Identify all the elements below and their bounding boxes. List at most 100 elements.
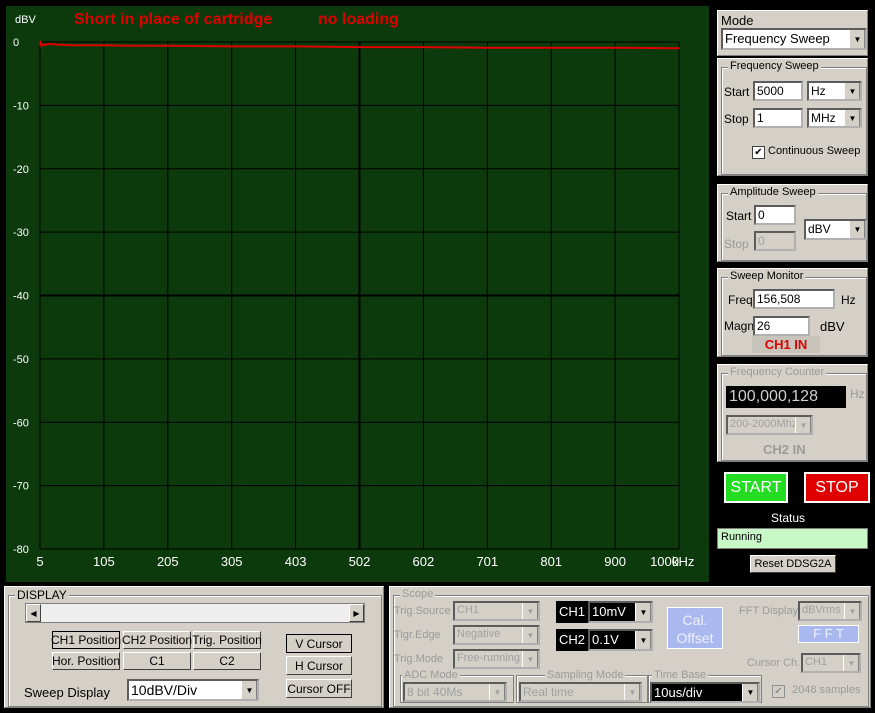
y-tick-label: -80 (13, 544, 29, 556)
y-tick-label: -40 (13, 291, 29, 303)
freq-start-input[interactable]: 5000 (753, 81, 803, 101)
start-button[interactable]: START (724, 472, 788, 503)
chevron-down-icon[interactable]: ▼ (522, 603, 538, 619)
samples-checkbox[interactable]: ✔ (772, 685, 785, 698)
x-tick-label: 900 (604, 554, 626, 569)
y-tick-label: -50 (13, 354, 29, 366)
trig-edge-label: Tigr.Edge (394, 629, 441, 641)
position-scrollbar[interactable]: ◀ ▶ (25, 603, 365, 623)
freq-stop-input[interactable]: 1 (753, 108, 803, 128)
time-base-value: 10us/div (654, 685, 703, 700)
y-tick-label: 0 (13, 37, 19, 49)
freq-start-label: Start (724, 85, 750, 99)
ch1-tag: CH1 (556, 601, 588, 623)
v-cursor-button[interactable]: V Cursor (286, 634, 352, 653)
x-tick-label: 305 (221, 554, 243, 569)
trig-edge-select[interactable]: Negative ▼ (453, 625, 540, 645)
cursor-ch-select[interactable]: CH1 ▼ (801, 653, 861, 673)
mode-label: Mode (721, 13, 754, 28)
cal-offset-line2: Offset (676, 630, 714, 646)
fft-display-value: dBVrms (802, 604, 841, 616)
y-tick-label: -30 (13, 227, 29, 239)
chevron-down-icon[interactable]: ▼ (241, 681, 257, 699)
trig-mode-select[interactable]: Free-running ▼ (453, 649, 540, 669)
fft-display-select[interactable]: dBVrms ▼ (798, 601, 862, 621)
chevron-down-icon[interactable]: ▼ (522, 651, 538, 667)
y-unit-label: dBV (15, 14, 36, 26)
trig-source-label: Trig.Source (394, 605, 451, 617)
trig-source-select[interactable]: CH1 ▼ (453, 601, 540, 621)
chevron-down-icon[interactable]: ▼ (849, 221, 865, 238)
chevron-down-icon[interactable]: ▼ (844, 83, 860, 99)
samples-label: 2048 samples (792, 684, 861, 696)
y-tick-label: -20 (13, 164, 29, 176)
fft-button[interactable]: F F T (798, 625, 859, 643)
sampling-mode-select[interactable]: Real time ▼ (519, 682, 642, 702)
amp-unit-select[interactable]: dBV ▼ (804, 219, 867, 240)
ch2-range-select[interactable]: 0.1V ▼ (588, 629, 653, 651)
plot-canvas: 0 -10 -20 -30 -40 -50 -60 -70 -80 5 105 205 305 403 50… (13, 37, 680, 569)
trig-mode-label: Trig.Mode (394, 653, 444, 665)
ch2-position-button[interactable]: CH2 Position (122, 631, 192, 649)
ch1-range-select[interactable]: 10mV ▼ (588, 601, 653, 623)
stop-button[interactable]: STOP (804, 472, 870, 503)
amp-start-input[interactable]: 0 (754, 205, 796, 225)
adc-mode-select[interactable]: 8 bit 40Ms ▼ (403, 682, 507, 702)
x-unit-label: kHz (672, 554, 695, 569)
y-tick-label: -10 (13, 100, 29, 112)
trig-source-value: CH1 (457, 604, 480, 616)
reset-button[interactable]: Reset DDSG2A (750, 555, 836, 573)
cal-offset-line1: Cal. (682, 612, 708, 628)
continuous-sweep-checkbox[interactable]: ✔ (752, 146, 765, 159)
amp-start-label: Start (726, 209, 752, 223)
cursor-off-button[interactable]: Cursor OFF (286, 679, 352, 698)
freq-stop-label: Stop (724, 112, 749, 126)
mode-select[interactable]: Frequency Sweep ▼ (721, 28, 867, 50)
frequency-counter-panel: Frequency Counter 100,000,128 Hz 200-200… (717, 364, 868, 462)
monitor-freq-label: Freq (728, 293, 753, 307)
scroll-left-icon[interactable]: ◀ (26, 604, 41, 622)
amp-unit-value: dBV (808, 222, 831, 236)
ch1-range-value: 10mV (592, 604, 626, 619)
x-tick-label: 701 (476, 554, 498, 569)
c1-button[interactable]: C1 (123, 652, 191, 670)
trig-position-button[interactable]: Trig. Position (192, 631, 262, 649)
sweep-display-value: 10dBV/Div (131, 682, 198, 698)
chevron-down-icon[interactable]: ▼ (795, 417, 811, 433)
time-base-label: Time Base (652, 669, 709, 681)
chevron-down-icon[interactable]: ▼ (843, 655, 859, 671)
sampling-mode-label: Sampling Mode (545, 669, 626, 681)
chevron-down-icon[interactable]: ▼ (844, 603, 860, 619)
chevron-down-icon[interactable]: ▼ (742, 684, 758, 701)
chevron-down-icon[interactable]: ▼ (635, 631, 651, 649)
counter-unit: Hz (850, 387, 865, 401)
chevron-down-icon[interactable]: ▼ (635, 603, 651, 621)
freq-stop-unit-value: MHz (811, 111, 836, 125)
c2-button[interactable]: C2 (193, 652, 261, 670)
chevron-down-icon[interactable]: ▼ (489, 684, 505, 700)
cal-offset-button[interactable]: Cal. Offset (667, 607, 723, 649)
h-cursor-button[interactable]: H Cursor (286, 656, 352, 675)
amp-stop-input[interactable]: 0 (754, 231, 796, 251)
hor-position-button[interactable]: Hor. Position (52, 652, 120, 670)
counter-range-select[interactable]: 200-2000Mhz ▼ (726, 415, 813, 435)
scroll-right-icon[interactable]: ▶ (349, 604, 364, 622)
monitor-freq-value: 156,508 (753, 289, 835, 309)
freq-start-unit-select[interactable]: Hz ▼ (807, 81, 862, 101)
status-field: Running (717, 528, 868, 549)
monitor-channel-badge: CH1 IN (752, 336, 820, 353)
chevron-down-icon[interactable]: ▼ (522, 627, 538, 643)
freq-stop-unit-select[interactable]: MHz ▼ (807, 108, 862, 128)
x-tick-label: 205 (157, 554, 179, 569)
ch2-tag: CH2 (556, 629, 588, 651)
mode-select-value: Frequency Sweep (725, 31, 830, 46)
x-tick-label: 105 (93, 554, 115, 569)
sweep-display-select[interactable]: 10dBV/Div ▼ (127, 679, 259, 701)
chevron-down-icon[interactable]: ▼ (624, 684, 640, 700)
frequency-counter-title: Frequency Counter (728, 366, 827, 378)
chevron-down-icon[interactable]: ▼ (849, 30, 865, 48)
time-base-select[interactable]: 10us/div ▼ (650, 682, 760, 703)
trig-edge-value: Negative (457, 628, 501, 640)
ch1-position-button[interactable]: CH1 Position (51, 631, 121, 649)
chevron-down-icon[interactable]: ▼ (844, 110, 860, 126)
